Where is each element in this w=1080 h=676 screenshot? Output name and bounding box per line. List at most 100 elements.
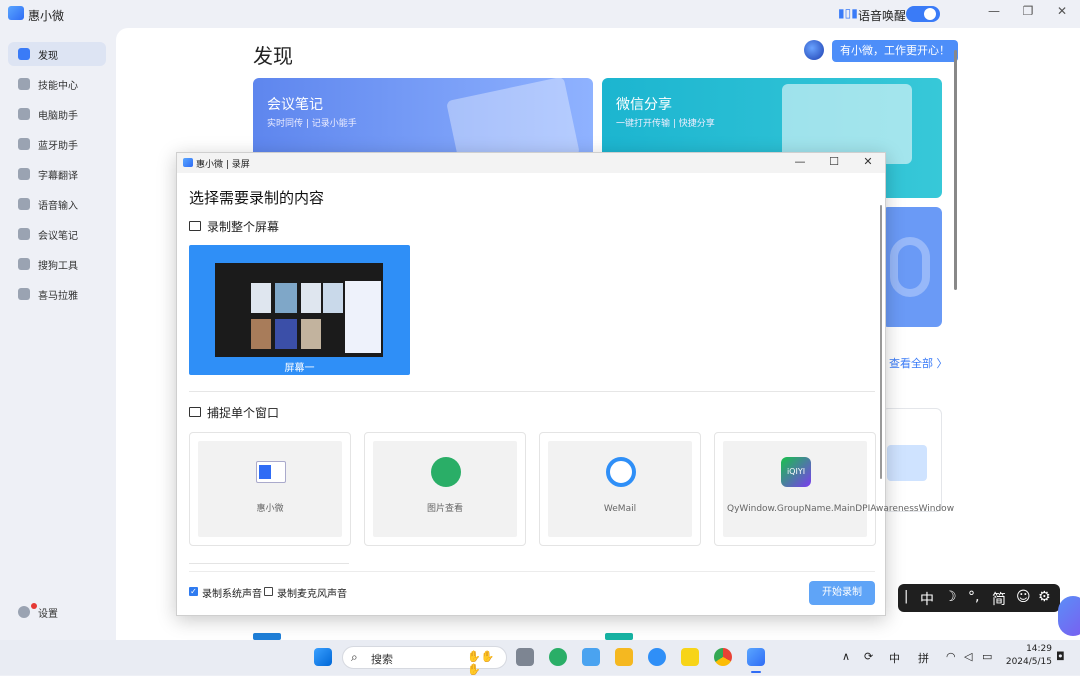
dialog-maximize-button[interactable]: ☐: [825, 155, 843, 171]
subtitle-icon: [18, 168, 30, 180]
window-preview: 惠小微: [198, 441, 342, 537]
sidebar-item-voice-input[interactable]: 语音输入: [8, 192, 106, 216]
mic-audio-checkbox[interactable]: [264, 587, 273, 596]
maximize-button[interactable]: ❐: [1018, 4, 1038, 22]
monitor-icon: [189, 221, 201, 231]
window-option-wemail[interactable]: WeMail: [539, 432, 701, 546]
preview-tile: [275, 283, 297, 313]
monitor-icon: [18, 108, 30, 120]
assistant-orb-icon[interactable]: [1058, 596, 1080, 636]
system-audio-label[interactable]: 录制系统声音: [202, 585, 262, 600]
gear-icon[interactable]: ⚙: [1038, 589, 1051, 605]
huixiaowei-taskbar-icon[interactable]: [747, 648, 765, 666]
folder-icon[interactable]: [615, 648, 633, 666]
clock-date[interactable]: 2024/5/15: [1000, 657, 1052, 667]
drag-handle-icon[interactable]: |: [904, 589, 908, 604]
dialog-scrollbar[interactable]: [880, 205, 882, 479]
sidebar-item-sogou[interactable]: 搜狗工具: [8, 252, 106, 276]
voice-wake-toggle-knob: [924, 8, 936, 20]
sidebar-item-bluetooth[interactable]: 蓝牙助手: [8, 132, 106, 156]
voice-wake-label: 语音唤醒: [858, 9, 907, 23]
start-recording-button[interactable]: 开始录制: [809, 581, 875, 605]
dialog-close-button[interactable]: ✕: [859, 155, 877, 171]
feature-card-partial[interactable]: [882, 207, 942, 327]
tray-ime-pinyin[interactable]: 拼: [918, 650, 929, 666]
store-icon[interactable]: [582, 648, 600, 666]
preview-tile: [251, 319, 271, 349]
preview-tile: [275, 319, 297, 349]
page-title: 发现: [253, 44, 293, 68]
window-option-iqiyi[interactable]: iQIYI QyWindow.GroupName.MainDPIAwarenes…: [714, 432, 955, 546]
sidebar-item-label: 字幕翻译: [38, 170, 78, 182]
wechat-icon: [431, 457, 461, 487]
ime-chinese-mode[interactable]: 中: [920, 589, 934, 609]
sticky-notes-icon[interactable]: [681, 648, 699, 666]
clock-time[interactable]: 14:29: [1012, 644, 1052, 654]
wechat-icon[interactable]: [549, 648, 567, 666]
sidebar-item-meeting-notes[interactable]: 会议笔记: [8, 222, 106, 246]
tray-ime-mode[interactable]: 中: [889, 650, 900, 666]
app-window-icon-fill: [259, 465, 271, 479]
notification-icon[interactable]: ◘: [1056, 650, 1065, 663]
dialog-minimize-button[interactable]: —: [791, 155, 809, 171]
person-icon: [18, 228, 30, 240]
app-window-icon: [256, 461, 286, 483]
window-label: QyWindow.GroupName.MainDPIAwarenessWindo…: [727, 504, 955, 514]
sidebar-item-subtitle[interactable]: 字幕翻译: [8, 162, 106, 186]
mic-audio-label[interactable]: 录制麦克风声音: [277, 585, 347, 600]
window-option-image-viewer[interactable]: 图片查看: [364, 432, 526, 546]
moon-icon[interactable]: ☽: [944, 589, 957, 605]
notification-dot: [31, 603, 37, 609]
window-preview: iQIYI QyWindow.GroupName.MainDPIAwarenes…: [723, 441, 955, 537]
wifi-icon[interactable]: ◠: [946, 650, 956, 663]
sidebar-item-ximalaya[interactable]: 喜马拉雅: [8, 282, 106, 306]
card-subtitle: 实时同传 | 记录小能手: [267, 119, 357, 129]
window-icon: [189, 407, 201, 417]
main-scrollbar[interactable]: [954, 50, 957, 290]
minimize-button[interactable]: —: [984, 4, 1004, 22]
chevron-up-icon[interactable]: ∧: [842, 650, 850, 663]
app-logo-icon: [8, 6, 24, 20]
sidebar-item-discover[interactable]: 发现: [8, 42, 106, 66]
feature-card-small[interactable]: [882, 408, 942, 512]
view-all-link[interactable]: 查看全部 〉: [889, 355, 948, 371]
window-label: 惠小微: [256, 504, 284, 514]
battery-icon[interactable]: ▭: [982, 650, 992, 663]
sidebar-item-skill-center[interactable]: 技能中心: [8, 72, 106, 96]
sidebar-item-pc-assistant[interactable]: 电脑助手: [8, 102, 106, 126]
sidebar: 发现 技能中心 电脑助手 蓝牙助手 字幕翻译 语音输入 会议笔记 搜狗工具 喜马…: [0, 28, 116, 640]
start-icon[interactable]: [314, 648, 332, 666]
card-subtitle: 一键打开传输 | 快捷分享: [616, 119, 715, 129]
assistant-avatar[interactable]: [804, 40, 824, 60]
ime-simplified[interactable]: 简: [992, 589, 1006, 609]
sidebar-item-label: 蓝牙助手: [38, 140, 78, 152]
notebook-illustration: [445, 78, 581, 158]
meeting-notes-card[interactable]: 会议笔记 实时同传 | 记录小能手: [253, 78, 593, 158]
close-button[interactable]: ✕: [1052, 4, 1072, 22]
sidebar-item-label: 技能中心: [38, 80, 78, 92]
emoji-icon[interactable]: ☺: [1016, 589, 1031, 605]
punctuation-icon[interactable]: °,: [968, 589, 979, 605]
system-audio-checkbox[interactable]: ✓: [189, 587, 198, 596]
list-item-icon: [605, 633, 633, 640]
search-placeholder: 搜索: [371, 653, 393, 666]
preview-tile: [301, 283, 321, 313]
footer-divider: [189, 571, 875, 572]
taskbar-search[interactable]: ⌕ 搜索 ✋✋✋: [342, 646, 507, 676]
chrome-icon[interactable]: [714, 648, 732, 666]
active-app-indicator: [751, 671, 761, 673]
browser-icon[interactable]: [648, 648, 666, 666]
window-option-partial[interactable]: [189, 563, 349, 567]
screen-label: 屏幕一: [284, 363, 315, 374]
sidebar-settings[interactable]: 设置: [8, 600, 106, 624]
sidebar-item-label: 电脑助手: [38, 110, 78, 122]
screen-one-option[interactable]: 屏幕一: [189, 245, 410, 375]
window-option-huixiaowei[interactable]: 惠小微: [189, 432, 351, 546]
speaker-icon[interactable]: ◁: [964, 650, 972, 663]
task-view-icon[interactable]: [516, 648, 534, 666]
sync-icon[interactable]: ⟳: [864, 650, 873, 663]
sync-illustration: [890, 237, 930, 297]
wemail-icon: [606, 457, 636, 487]
window-label: 图片查看: [426, 504, 463, 514]
screen-record-dialog: 惠小微 | 录屏 — ☐ ✕ 选择需要录制的内容 录制整个屏幕 屏幕一 捕捉单个…: [176, 152, 955, 616]
